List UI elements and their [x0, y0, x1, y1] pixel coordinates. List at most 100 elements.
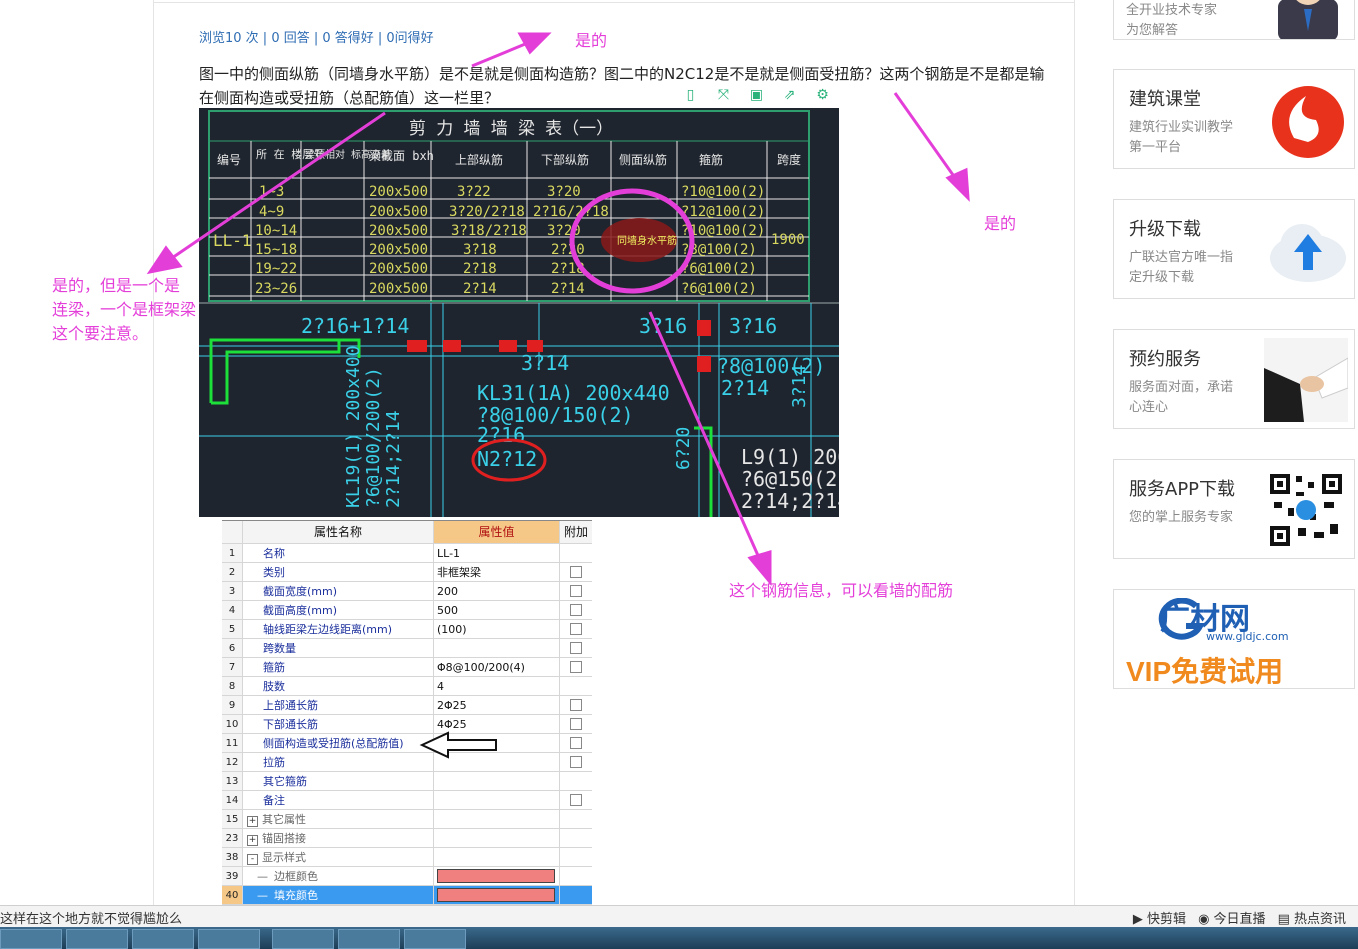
grid-row[interactable]: 6 跨数量 — [222, 639, 592, 658]
share-icon[interactable]: ⇗ — [778, 85, 801, 105]
cad-plan-t1: 2?16+1?14 — [301, 314, 409, 338]
hot-news-link[interactable]: ▤ 热点资讯 — [1278, 908, 1346, 927]
grid-row-value[interactable]: Φ8@100/200(4) — [434, 658, 560, 676]
grid-row[interactable]: 3 截面宽度(mm) 200 — [222, 582, 592, 601]
collapse-icon[interactable]: - — [247, 854, 258, 865]
save-icon[interactable]: ▣ — [745, 85, 768, 105]
grid-row-name: 备注 — [243, 791, 434, 809]
property-grid[interactable]: 属性名称 属性值 附加 1 名称 LL-1 2 类别 非框架梁 3 截面宽度(mm) 200 4 截… — [222, 520, 592, 905]
grid-row[interactable]: 2 类别 非框架梁 — [222, 563, 592, 582]
grid-row-value[interactable]: 2Φ25 — [434, 696, 560, 714]
taskbar-btn-5[interactable] — [272, 929, 334, 949]
grid-row[interactable]: 15 + 其它属性 — [222, 810, 592, 829]
taskbar-btn-3[interactable] — [132, 929, 194, 949]
cad-plan-t16: L9(1) 200 — [741, 445, 839, 469]
cad-section-4: 200x500 — [369, 261, 428, 277]
extra-checkbox[interactable] — [570, 642, 582, 654]
taskbar-btn-4[interactable] — [198, 929, 260, 949]
grid-row-name: + 锚固搭接 — [243, 829, 434, 847]
grid-row-extra — [560, 639, 592, 657]
grid-row[interactable]: 7 箍筋 Φ8@100/200(4) — [222, 658, 592, 677]
extra-checkbox[interactable] — [570, 604, 582, 616]
grid-row-extra — [560, 867, 592, 885]
expand-icon[interactable]: + — [247, 835, 258, 846]
extra-checkbox[interactable] — [570, 623, 582, 635]
grid-row[interactable]: 12 拉筋 — [222, 753, 592, 772]
question-stats[interactable]: 浏览10 次 | 0 回答 | 0 答得好 | 0问得好 — [199, 27, 434, 46]
grid-row[interactable]: 39 — 边框颜色 — [222, 867, 592, 886]
taskbar-btn-1[interactable] — [0, 929, 62, 949]
grid-row-value[interactable]: 500 — [434, 601, 560, 619]
fullscreen-icon[interactable]: ⤧ — [712, 85, 735, 105]
grid-row-value[interactable]: 4 — [434, 677, 560, 695]
sidebar-card-download[interactable]: 升级下载 广联达官方唯一指定升级下载 — [1113, 199, 1355, 299]
sidebar-card-app[interactable]: 服务APP下载 您的掌上服务专家 — [1113, 459, 1355, 559]
extra-checkbox[interactable] — [570, 661, 582, 673]
grid-row-value[interactable] — [434, 753, 560, 771]
rotate-icon[interactable]: ▯ — [679, 85, 702, 105]
extra-checkbox[interactable] — [570, 794, 582, 806]
grid-row[interactable]: 8 肢数 4 — [222, 677, 592, 696]
grid-row-value[interactable]: LL-1 — [434, 544, 560, 562]
grid-row-value[interactable] — [434, 848, 560, 866]
grid-row[interactable]: 23 + 锚固搭接 — [222, 829, 592, 848]
expert-avatar-icon — [1278, 0, 1338, 39]
color-swatch[interactable] — [437, 869, 555, 883]
grid-row-value[interactable]: 非框架梁 — [434, 563, 560, 581]
grid-row-value[interactable] — [434, 772, 560, 790]
sidebar-card-course[interactable]: 建筑课堂 建筑行业实训教学第一平台 — [1113, 69, 1355, 169]
grid-row-extra — [560, 601, 592, 619]
cad-floor-2: 10~14 — [255, 223, 297, 239]
grid-row[interactable]: 5 轴线距梁左边线距离(mm) (100) — [222, 620, 592, 639]
grid-row-value[interactable] — [434, 886, 560, 904]
grid-row[interactable]: 1 名称 LL-1 — [222, 544, 592, 563]
cad-header-4: 上部纵筋 — [455, 152, 503, 167]
grid-row[interactable]: 11 侧面构造或受扭筋(总配筋值) — [222, 734, 592, 753]
color-swatch[interactable] — [437, 888, 555, 902]
grid-row-value[interactable] — [434, 810, 560, 828]
settings-icon[interactable]: ⚙ — [811, 85, 834, 105]
extra-checkbox[interactable] — [570, 585, 582, 597]
grid-row-value[interactable]: 200 — [434, 582, 560, 600]
cad-span: 1900 — [771, 232, 805, 248]
cad-section-1: 200x500 — [369, 204, 428, 220]
extra-checkbox[interactable] — [570, 566, 582, 578]
expand-icon[interactable]: + — [247, 816, 258, 827]
cad-image[interactable]: 剪 力 墙 墙 梁 表（一） 编号 所 在 楼层号 梁顶相对 标高高差 梁截面 … — [199, 108, 839, 517]
grid-row-value[interactable] — [434, 867, 560, 885]
grid-row-name: 上部通长筋 — [243, 696, 434, 714]
extra-checkbox[interactable] — [570, 718, 582, 730]
grid-row-value[interactable] — [434, 734, 560, 752]
sidebar-card-expert[interactable]: 全开业技术专家 为您解答 — [1113, 0, 1355, 40]
taskbar-btn-6[interactable] — [338, 929, 400, 949]
grid-row[interactable]: 14 备注 — [222, 791, 592, 810]
grid-row-extra — [560, 715, 592, 733]
grid-row-number: 11 — [222, 734, 243, 752]
grid-row-number: 6 — [222, 639, 243, 657]
taskbar-btn-2[interactable] — [66, 929, 128, 949]
cad-plan-t7: 2?16 — [477, 423, 525, 447]
taskbar-btn-7[interactable] — [404, 929, 466, 949]
grid-row-value[interactable] — [434, 639, 560, 657]
grid-row-value[interactable]: (100) — [434, 620, 560, 638]
grid-row-name: 名称 — [243, 544, 434, 562]
quick-edit-link[interactable]: ▶ 快剪辑 — [1133, 908, 1186, 927]
extra-checkbox[interactable] — [570, 699, 582, 711]
sidebar-card-appointment[interactable]: 预约服务 服务面对面，承诺心连心 — [1113, 329, 1355, 429]
grid-row-number: 14 — [222, 791, 243, 809]
grid-row[interactable]: 38- 显示样式 — [222, 848, 592, 867]
grid-row-value[interactable]: 4Φ25 — [434, 715, 560, 733]
grid-row[interactable]: 10 下部通长筋 4Φ25 — [222, 715, 592, 734]
grid-row-extra — [560, 582, 592, 600]
live-today-link[interactable]: ◉ 今日直播 — [1198, 908, 1266, 927]
grid-row-value[interactable] — [434, 829, 560, 847]
extra-checkbox[interactable] — [570, 737, 582, 749]
grid-row[interactable]: 40 — 填充颜色 — [222, 886, 592, 905]
grid-row[interactable]: 4 截面高度(mm) 500 — [222, 601, 592, 620]
grid-row[interactable]: 9 上部通长筋 2Φ25 — [222, 696, 592, 715]
sidebar-expert-line2: 为您解答 — [1126, 23, 1179, 38]
sidebar-ad-gldjc[interactable]: 广材网 www.gldjc.com VIP免费试用 — [1113, 589, 1355, 689]
extra-checkbox[interactable] — [570, 756, 582, 768]
grid-row[interactable]: 13 其它箍筋 — [222, 772, 592, 791]
grid-row-value[interactable] — [434, 791, 560, 809]
